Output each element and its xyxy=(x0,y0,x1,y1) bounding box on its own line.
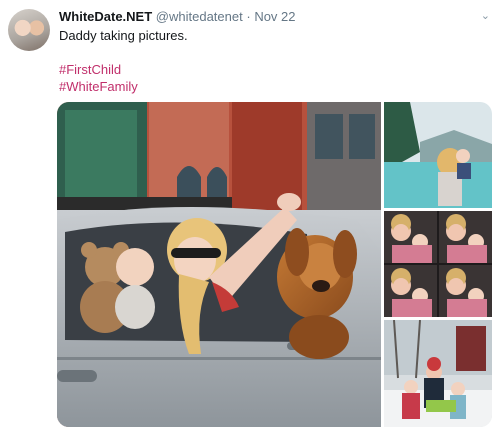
avatar[interactable] xyxy=(8,9,50,51)
photo-lake[interactable] xyxy=(384,102,492,208)
chevron-down-icon[interactable]: ⌄ xyxy=(481,9,490,22)
separator-dot: · xyxy=(246,9,251,24)
tweet-date[interactable]: Nov 22 xyxy=(254,9,295,24)
photo-winter-family[interactable] xyxy=(384,320,492,427)
hashtag-link[interactable]: #FirstChild xyxy=(59,61,121,78)
photo-mother-daughter-collage[interactable] xyxy=(384,211,492,317)
photo-grid xyxy=(57,102,492,427)
tweet-text: Daddy taking pictures. xyxy=(59,28,188,43)
display-name[interactable]: WhiteDate.NET xyxy=(59,9,152,24)
hashtag-link[interactable]: #WhiteFamily xyxy=(59,78,138,95)
photo-family-car[interactable] xyxy=(57,102,381,427)
user-handle[interactable]: @whitedatenet xyxy=(156,9,243,24)
tweet-header: WhiteDate.NET @whitedatenet · Nov 22 ⌄ xyxy=(59,9,490,27)
